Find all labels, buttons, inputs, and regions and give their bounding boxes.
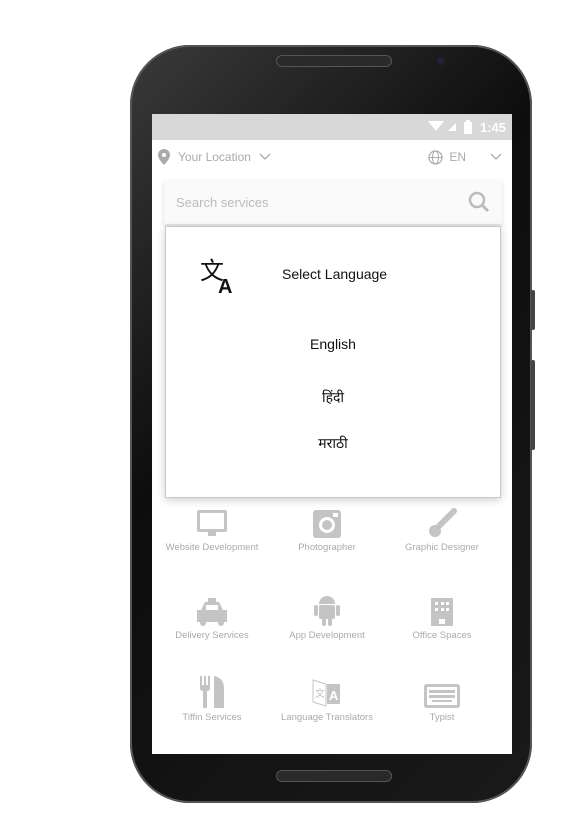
chevron-down-icon <box>490 153 502 160</box>
service-label: Website Development <box>165 542 259 553</box>
search-icon[interactable] <box>468 191 490 213</box>
camera <box>437 57 445 65</box>
taxi-icon <box>152 594 272 626</box>
wifi-signal-icon <box>427 121 456 131</box>
language-option-hindi[interactable]: हिंदी <box>166 388 500 407</box>
speaker-bottom <box>276 770 392 782</box>
service-item[interactable]: Office Spaces <box>382 594 502 641</box>
service-label: App Development <box>289 630 365 641</box>
service-item[interactable]: Tiffin Services <box>152 676 272 723</box>
fork-knife-icon <box>152 676 272 708</box>
monitor-icon <box>152 506 272 538</box>
service-item[interactable]: App Development <box>267 594 387 641</box>
volume-button <box>531 290 535 330</box>
location-pin-icon <box>158 149 170 165</box>
translate-icon: 文A <box>200 257 232 295</box>
service-item[interactable]: Typist <box>382 676 502 723</box>
svg-text:A: A <box>329 688 339 703</box>
service-label: Delivery Services <box>175 630 249 641</box>
service-item[interactable]: Graphic Designer <box>382 506 502 553</box>
service-item[interactable]: Website Development <box>152 506 272 553</box>
dialog-title: Select Language <box>282 266 388 282</box>
speaker-top <box>276 55 392 67</box>
language-selector[interactable]: EN <box>428 149 502 165</box>
chevron-down-icon <box>259 153 271 160</box>
service-item[interactable]: Photographer <box>267 506 387 553</box>
building-icon <box>382 594 502 626</box>
top-bar: Your Location EN <box>152 142 512 172</box>
language-code: EN <box>449 150 466 164</box>
globe-icon <box>428 149 443 165</box>
brush-icon <box>382 506 502 538</box>
language-dialog: 文A Select Language English हिंदी मराठी <box>165 226 501 498</box>
service-label: Photographer <box>298 542 356 553</box>
svg-text:A: A <box>218 276 232 295</box>
location-label: Your Location <box>178 150 251 164</box>
power-button <box>531 360 535 450</box>
camera-icon <box>267 506 387 538</box>
search-bar[interactable]: Search services <box>164 180 502 224</box>
service-label: Typist <box>429 712 455 723</box>
svg-text:文: 文 <box>315 687 325 700</box>
android-icon <box>267 594 387 626</box>
language-option-english[interactable]: English <box>166 336 500 352</box>
service-label: Office Spaces <box>412 630 472 641</box>
status-time: 1:45 <box>479 119 506 135</box>
battery-icon <box>463 120 472 134</box>
service-label: Language Translators <box>281 712 373 723</box>
search-input[interactable]: Search services <box>176 195 268 210</box>
keyboard-icon <box>382 676 502 708</box>
language-option-marathi[interactable]: मराठी <box>166 434 500 453</box>
screen: 1:45 Your Location EN Search services We… <box>152 114 512 754</box>
service-item[interactable]: A 文 Language Translators <box>267 676 387 723</box>
translate-icon: A文 <box>267 676 387 708</box>
status-bar: 1:45 <box>152 114 512 140</box>
service-label: Graphic Designer <box>405 542 479 553</box>
service-label: Tiffin Services <box>182 712 242 723</box>
location-selector[interactable]: Your Location <box>158 149 271 165</box>
service-item[interactable]: Delivery Services <box>152 594 272 641</box>
